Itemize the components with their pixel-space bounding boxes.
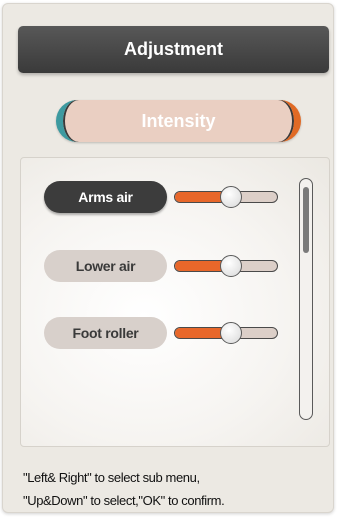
settings-list: Arms air Lower air Foot roller — [20, 157, 330, 447]
slider-knob[interactable] — [220, 322, 242, 344]
adjustment-panel: Adjustment Intensity Arms air Lower air — [2, 3, 334, 513]
help-text: "Left& Right" to select sub menu, "Up&Do… — [23, 466, 333, 512]
foot-roller-button[interactable]: Foot roller — [44, 317, 167, 349]
slider-knob[interactable] — [220, 255, 242, 277]
slider-knob[interactable] — [220, 186, 242, 208]
scrollbar-thumb[interactable] — [303, 187, 309, 253]
tab-intensity-label: Intensity — [141, 110, 216, 131]
help-line-1: "Left& Right" to select sub menu, — [23, 470, 200, 485]
tab-intensity[interactable]: Intensity — [56, 100, 301, 142]
lower-air-button[interactable]: Lower air — [44, 250, 167, 282]
help-line-2: "Up&Down" to select,"OK" to confirm. — [23, 493, 225, 508]
arms-air-button[interactable]: Arms air — [44, 181, 167, 213]
page-title: Adjustment — [18, 26, 329, 73]
vertical-scrollbar[interactable] — [299, 178, 313, 420]
arms-air-slider[interactable] — [174, 186, 278, 208]
foot-roller-slider[interactable] — [174, 322, 278, 344]
lower-air-slider[interactable] — [174, 255, 278, 277]
